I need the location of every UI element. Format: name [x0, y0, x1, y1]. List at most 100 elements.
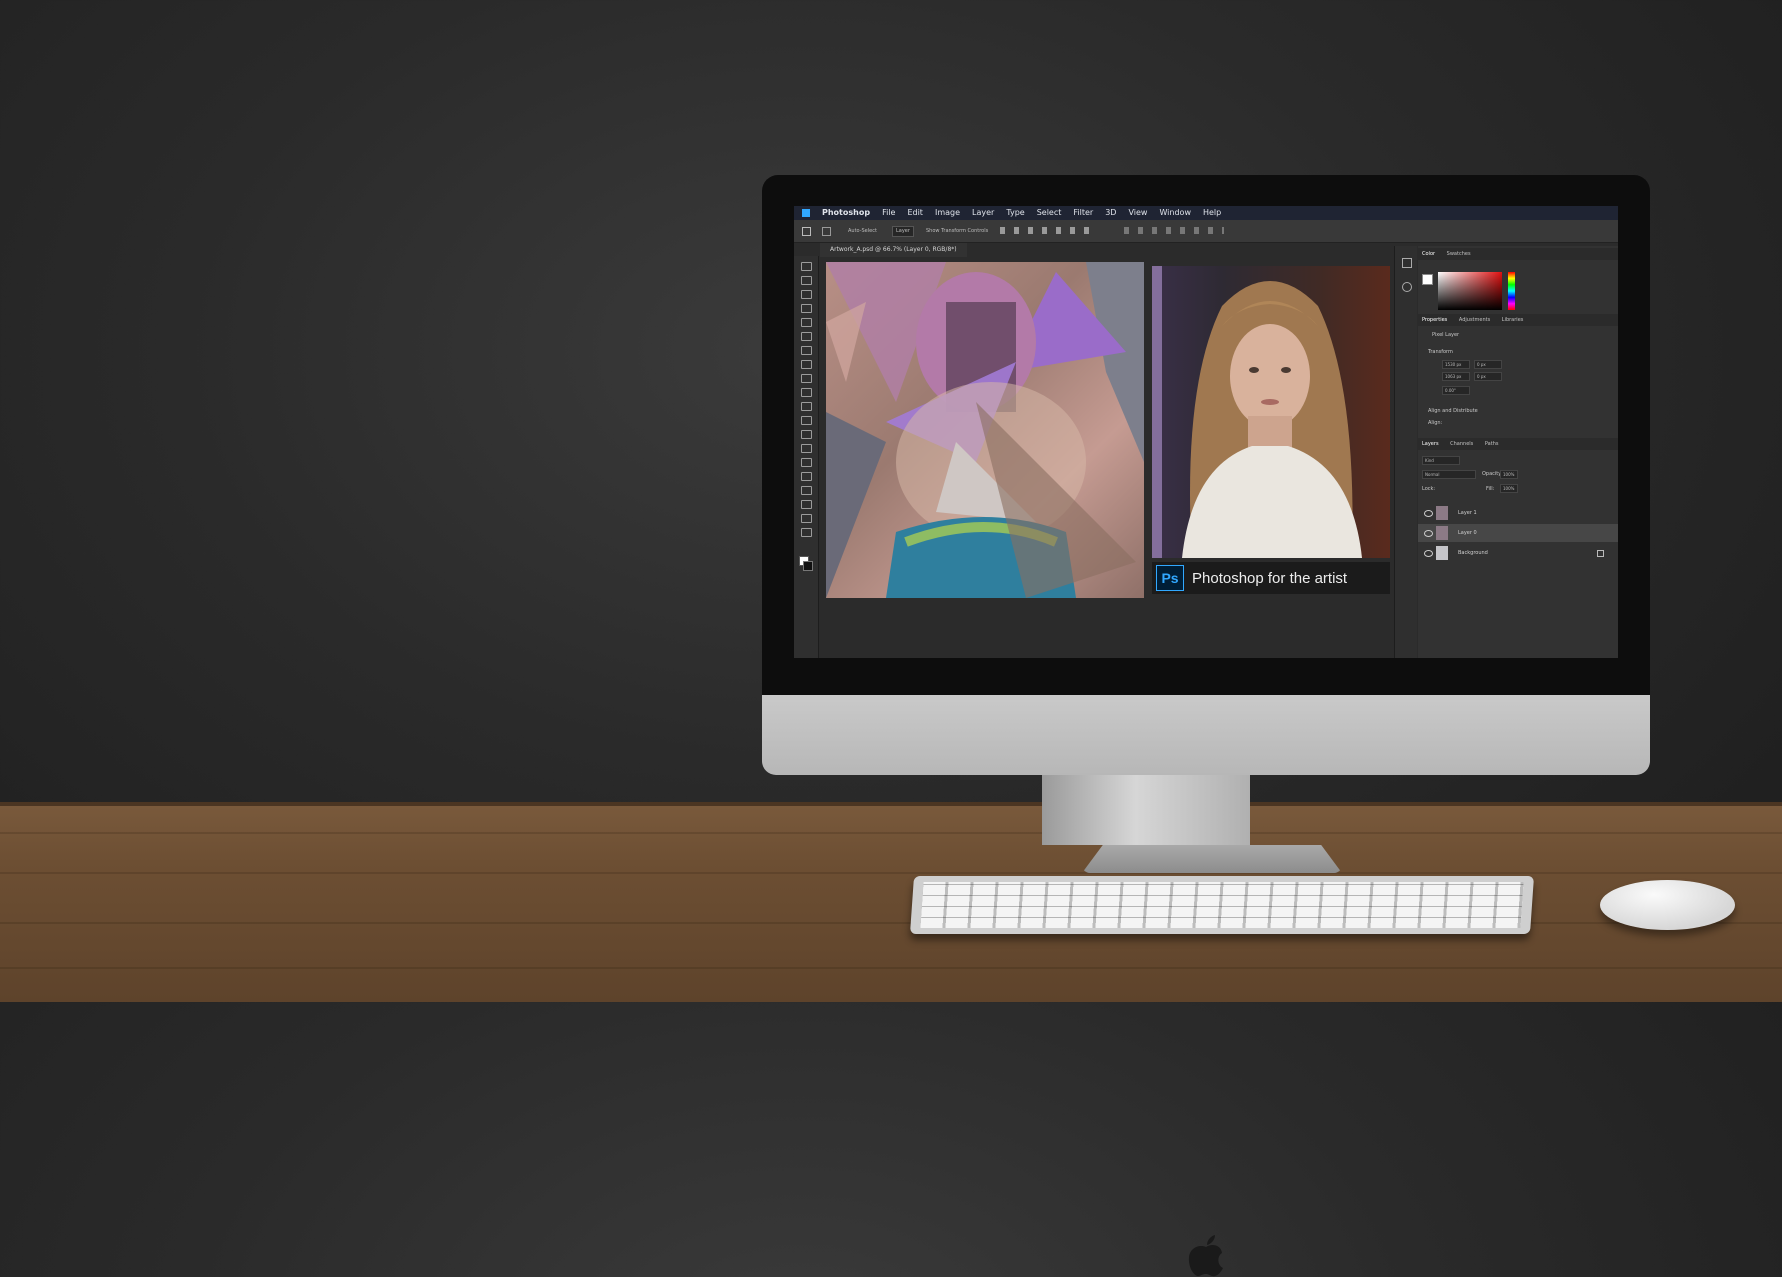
- blend-mode-select[interactable]: Normal: [1422, 470, 1476, 479]
- layers-panel-tabs: Layers Channels Paths: [1418, 438, 1618, 450]
- type-tool-icon[interactable]: [801, 472, 812, 481]
- imac-bezel: Photoshop File Edit Image Layer Type Sel…: [762, 175, 1650, 695]
- scene: Photoshop File Edit Image Layer Type Sel…: [0, 0, 1782, 1277]
- screen: Photoshop File Edit Image Layer Type Sel…: [794, 206, 1618, 658]
- tab-paths[interactable]: Paths: [1485, 441, 1499, 447]
- lasso-tool-icon[interactable]: [801, 304, 812, 313]
- pen-tool-icon[interactable]: [801, 458, 812, 467]
- fill-field[interactable]: 100%: [1500, 484, 1518, 493]
- layer-kind-filter[interactable]: Kind: [1422, 456, 1460, 465]
- angle-field[interactable]: 0.00°: [1442, 386, 1470, 395]
- home-icon[interactable]: [802, 227, 811, 236]
- gradient-tool-icon[interactable]: [801, 416, 812, 425]
- y-field[interactable]: 0 px: [1474, 372, 1502, 381]
- layer-thumbnail: [1436, 546, 1448, 560]
- align-icons[interactable]: [1000, 227, 1090, 234]
- healing-brush-tool-icon[interactable]: [801, 346, 812, 355]
- auto-select-checkbox[interactable]: Auto-Select: [848, 220, 877, 242]
- tools-panel: [794, 256, 819, 658]
- menu-window[interactable]: Window: [1153, 206, 1197, 220]
- menu-file[interactable]: File: [876, 206, 901, 220]
- eye-icon[interactable]: [1424, 550, 1433, 557]
- properties-panel-tabs: Properties Adjustments Libraries: [1418, 314, 1618, 326]
- document-canvas[interactable]: [826, 262, 1144, 598]
- layer-row[interactable]: Layer 0: [1418, 524, 1618, 542]
- menu-select[interactable]: Select: [1031, 206, 1068, 220]
- options-bar: Auto-Select Layer Show Transform Control…: [794, 220, 1618, 243]
- right-panels: Color Swatches Properties Adjustments Li…: [1418, 246, 1618, 658]
- opacity-field[interactable]: 100%: [1500, 470, 1518, 479]
- imac: Photoshop File Edit Image Layer Type Sel…: [762, 175, 1650, 1277]
- marquee-tool-icon[interactable]: [801, 276, 812, 285]
- hue-slider[interactable]: [1508, 272, 1515, 310]
- path-selection-tool-icon[interactable]: [801, 486, 812, 495]
- color-picker-field[interactable]: [1438, 272, 1502, 310]
- crop-tool-icon[interactable]: [801, 290, 812, 299]
- layer-thumbnail: [1436, 526, 1448, 540]
- menu-app-name[interactable]: Photoshop: [816, 206, 876, 220]
- lock-label: Lock:: [1422, 486, 1436, 492]
- width-field[interactable]: 1530 px: [1442, 360, 1470, 369]
- menu-type[interactable]: Type: [1000, 206, 1030, 220]
- tab-color[interactable]: Color: [1422, 251, 1435, 257]
- layer-thumbnail: [1436, 506, 1448, 520]
- show-transform-checkbox[interactable]: Show Transform Controls: [926, 220, 988, 242]
- 3d-mode-icons[interactable]: [1124, 227, 1224, 234]
- dodge-tool-icon[interactable]: [801, 444, 812, 453]
- fill-label: Fill:: [1486, 486, 1495, 492]
- brush-tool-icon[interactable]: [801, 360, 812, 369]
- shape-tool-icon[interactable]: [801, 500, 812, 509]
- panel-icon-strip: [1394, 246, 1417, 658]
- height-field[interactable]: 1063 px: [1442, 372, 1470, 381]
- tab-libraries[interactable]: Libraries: [1502, 317, 1524, 323]
- presenter-portrait: [1152, 266, 1362, 558]
- layer-row[interactable]: Background: [1418, 544, 1618, 562]
- menu-3d[interactable]: 3D: [1099, 206, 1122, 220]
- clone-stamp-tool-icon[interactable]: [801, 374, 812, 383]
- history-brush-tool-icon[interactable]: [801, 388, 812, 397]
- color-foreground-swatch[interactable]: [1422, 274, 1433, 285]
- menu-edit[interactable]: Edit: [901, 206, 929, 220]
- apple-logo-icon[interactable]: [802, 209, 810, 217]
- layer-row[interactable]: Layer 1: [1418, 504, 1618, 522]
- align-label: Align:: [1428, 420, 1443, 426]
- background-color-swatch[interactable]: [803, 561, 813, 571]
- blur-tool-icon[interactable]: [801, 430, 812, 439]
- eyedropper-tool-icon[interactable]: [801, 332, 812, 341]
- tab-layers[interactable]: Layers: [1422, 441, 1439, 447]
- actions-icon[interactable]: [1402, 282, 1412, 292]
- tab-properties[interactable]: Properties: [1422, 317, 1447, 323]
- move-tool-icon[interactable]: [822, 227, 831, 236]
- transform-heading: Transform: [1428, 349, 1453, 355]
- eraser-tool-icon[interactable]: [801, 402, 812, 411]
- eye-icon[interactable]: [1424, 510, 1433, 517]
- imac-chin: [762, 695, 1650, 1277]
- menu-layer[interactable]: Layer: [966, 206, 1000, 220]
- instructor-video[interactable]: [1152, 266, 1390, 558]
- auto-select-target[interactable]: Layer: [892, 226, 914, 237]
- menu-image[interactable]: Image: [929, 206, 966, 220]
- tab-channels[interactable]: Channels: [1450, 441, 1473, 447]
- tab-swatches[interactable]: Swatches: [1447, 251, 1471, 257]
- history-icon[interactable]: [1402, 258, 1412, 268]
- video-caption: Photoshop for the artist: [1192, 569, 1348, 587]
- x-field[interactable]: 0 px: [1474, 360, 1502, 369]
- align-heading: Align and Distribute: [1428, 408, 1478, 414]
- apple-logo-icon: [1188, 1235, 1223, 1277]
- document-tab[interactable]: Artwork_A.psd @ 66.7% (Layer 0, RGB/8*): [820, 243, 967, 257]
- zoom-tool-icon[interactable]: [801, 528, 812, 537]
- mouse: [1600, 880, 1735, 930]
- menu-help[interactable]: Help: [1197, 206, 1227, 220]
- menu-view[interactable]: View: [1122, 206, 1153, 220]
- imac-stand-neck: [1042, 775, 1250, 845]
- magic-wand-tool-icon[interactable]: [801, 318, 812, 327]
- color-panel-tabs: Color Swatches: [1418, 248, 1618, 260]
- keyboard: [909, 876, 1535, 934]
- move-tool-icon[interactable]: [801, 262, 812, 271]
- tab-adjustments[interactable]: Adjustments: [1459, 317, 1490, 323]
- eye-icon[interactable]: [1424, 530, 1433, 537]
- menu-filter[interactable]: Filter: [1067, 206, 1099, 220]
- hand-tool-icon[interactable]: [801, 514, 812, 523]
- layer-name: Background: [1458, 550, 1488, 556]
- lock-icon: [1597, 550, 1604, 557]
